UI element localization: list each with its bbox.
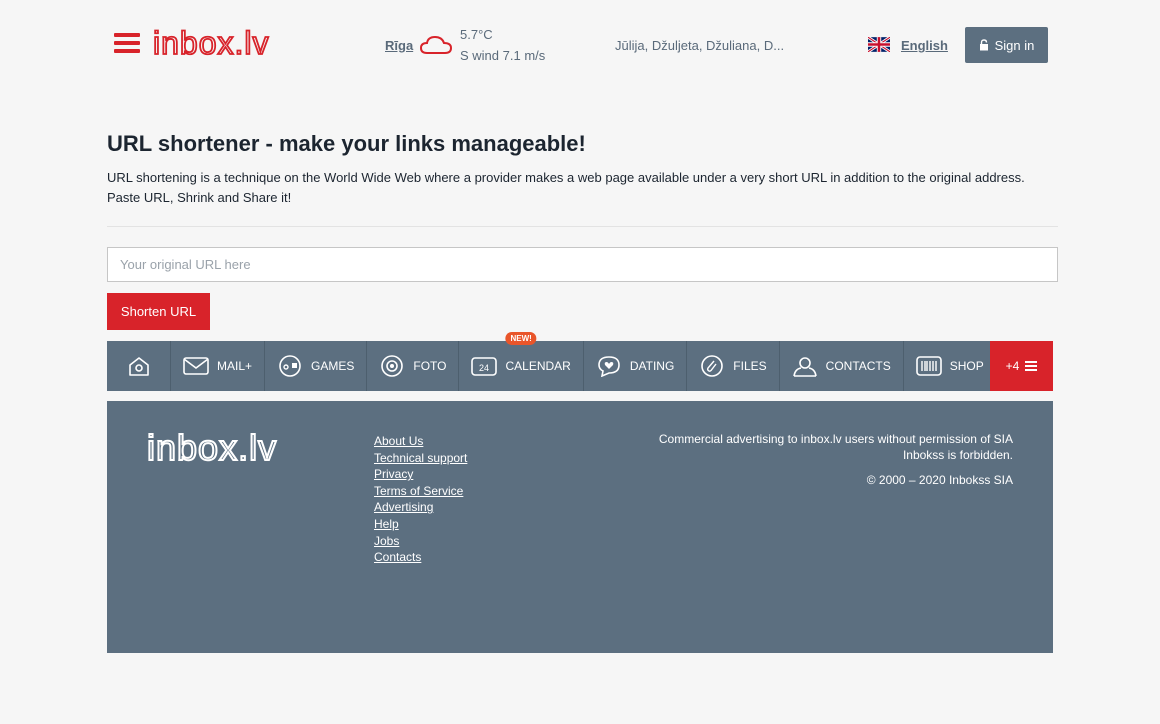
- home-icon: [128, 357, 149, 376]
- games-icon: [279, 355, 301, 377]
- header: inbox.lv Rīga 5.7°C S wind 7.1 m/s Jūlij…: [0, 0, 1160, 90]
- cloud-icon: [419, 35, 453, 54]
- wind-info: S wind 7.1 m/s: [460, 48, 546, 63]
- footer-link-jobs[interactable]: Jobs: [374, 534, 399, 548]
- new-badge: NEW!: [505, 332, 537, 345]
- mail-icon: [183, 357, 209, 375]
- footer-link-contacts[interactable]: Contacts: [374, 550, 421, 564]
- nav-more-button[interactable]: +4: [990, 341, 1053, 391]
- uk-flag-icon: [868, 37, 890, 52]
- sign-in-label: Sign in: [994, 37, 1035, 53]
- nav-files-label: FILES: [733, 359, 767, 373]
- svg-text:24: 24: [479, 363, 489, 373]
- nav-foto-label: FOTO: [413, 359, 447, 373]
- footer-copyright: © 2000 – 2020 Inbokss SIA: [866, 473, 1013, 487]
- contacts-icon: [792, 357, 817, 377]
- footer-link-terms[interactable]: Terms of Service: [374, 484, 463, 498]
- footer-link-support[interactable]: Technical support: [374, 451, 467, 465]
- footer-legal-notice: Commercial advertising to inbox.lv users…: [658, 432, 1013, 462]
- paperclip-icon: [701, 355, 724, 377]
- namedays-link[interactable]: Jūlija, Džuljeta, Džuliana, D...: [615, 38, 795, 53]
- nav-games[interactable]: GAMES: [265, 341, 368, 391]
- footer-links: About Us Technical support Privacy Terms…: [374, 432, 467, 565]
- footer-link-privacy[interactable]: Privacy: [374, 467, 413, 481]
- sign-in-button[interactable]: Sign in: [965, 27, 1048, 63]
- nav-calendar[interactable]: NEW! 24 CALENDAR: [459, 332, 584, 391]
- camera-icon: [381, 355, 404, 377]
- nav-dating[interactable]: DATING: [584, 341, 688, 391]
- nav-shop[interactable]: SHOP: [904, 341, 996, 391]
- lock-icon: [979, 39, 988, 51]
- language-link[interactable]: English: [901, 38, 948, 53]
- nav-files[interactable]: FILES: [687, 341, 780, 391]
- nav-contacts[interactable]: CONTACTS: [780, 341, 904, 391]
- barcode-icon: [915, 356, 942, 376]
- page-title: URL shortener - make your links manageab…: [107, 131, 586, 156]
- logo-text: inbox.lv: [153, 26, 270, 61]
- nav-home[interactable]: [107, 341, 171, 391]
- footer-logo-text: inbox.lv: [147, 431, 277, 465]
- shorten-url-button[interactable]: Shorten URL: [107, 293, 210, 330]
- footer-link-advertising[interactable]: Advertising: [374, 500, 433, 514]
- calendar-icon: 24: [471, 357, 498, 376]
- footer: inbox.lv About Us Technical support Priv…: [107, 401, 1053, 653]
- nav-shop-label: SHOP: [949, 359, 984, 373]
- nav-more-label: +4: [1005, 359, 1020, 373]
- footer-logo[interactable]: inbox.lv: [147, 431, 337, 465]
- original-url-input[interactable]: [107, 247, 1058, 282]
- nav-foto[interactable]: FOTO: [367, 341, 460, 391]
- divider: [107, 226, 1058, 227]
- page-description: URL shortening is a technique on the Wor…: [107, 170, 1025, 205]
- nav-mail[interactable]: MAIL+: [171, 341, 266, 391]
- menu-lines-icon: [1025, 359, 1038, 373]
- nav-mail-label: MAIL+: [217, 359, 253, 373]
- nav-games-label: GAMES: [311, 359, 355, 373]
- weather-city-link[interactable]: Rīga: [385, 38, 413, 53]
- services-navbar: MAIL+ GAMES FOTO NEW! 24 CALENDAR DATING: [107, 332, 1053, 391]
- nav-calendar-label: CALENDAR: [505, 359, 571, 373]
- inbox-logo[interactable]: inbox.lv: [153, 26, 313, 62]
- temperature: 5.7°C: [460, 27, 493, 42]
- nav-contacts-label: CONTACTS: [825, 359, 891, 373]
- menu-hamburger-icon[interactable]: [114, 33, 140, 57]
- footer-link-about[interactable]: About Us: [374, 434, 423, 448]
- nav-dating-label: DATING: [629, 359, 675, 373]
- heart-chat-icon: [598, 356, 620, 377]
- footer-link-help[interactable]: Help: [374, 517, 399, 531]
